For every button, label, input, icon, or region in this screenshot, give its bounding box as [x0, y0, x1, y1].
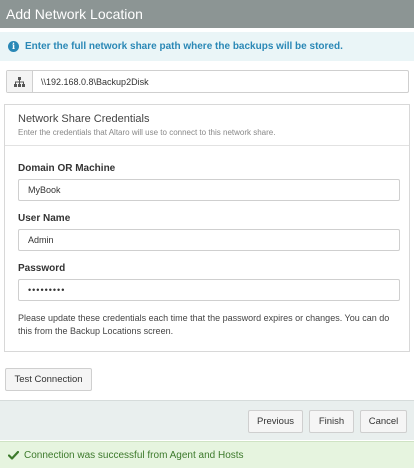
share-path-input[interactable]	[33, 71, 408, 92]
previous-button[interactable]: Previous	[248, 410, 303, 433]
info-icon: i	[8, 41, 19, 52]
cancel-button[interactable]: Cancel	[360, 410, 407, 433]
status-text: Connection was successful from Agent and…	[24, 449, 244, 461]
domain-input[interactable]	[18, 179, 400, 201]
dialog-title: Add Network Location	[0, 0, 414, 28]
test-connection-button[interactable]: Test Connection	[5, 368, 92, 391]
username-label: User Name	[18, 213, 71, 224]
password-input[interactable]	[18, 279, 400, 301]
credentials-title: Network Share Credentials	[18, 113, 150, 125]
check-icon	[8, 450, 19, 460]
status-bar: Connection was successful from Agent and…	[0, 441, 414, 468]
share-path-group	[6, 70, 409, 93]
info-banner: i Enter the full network share path wher…	[0, 32, 414, 61]
password-label: Password	[18, 263, 66, 274]
credentials-panel: Network Share Credentials Enter the cred…	[4, 104, 410, 352]
credentials-header: Network Share Credentials Enter the cred…	[5, 105, 409, 146]
finish-button[interactable]: Finish	[309, 410, 354, 433]
credentials-subtitle: Enter the credentials that Altaro will u…	[18, 128, 276, 137]
domain-label: Domain OR Machine	[18, 163, 116, 174]
credentials-note: Please update these credentials each tim…	[18, 313, 390, 336]
network-icon	[7, 71, 33, 92]
dialog-footer: Previous Finish Cancel	[0, 400, 414, 440]
username-input[interactable]	[18, 229, 400, 251]
info-text: Enter the full network share path where …	[25, 41, 343, 52]
